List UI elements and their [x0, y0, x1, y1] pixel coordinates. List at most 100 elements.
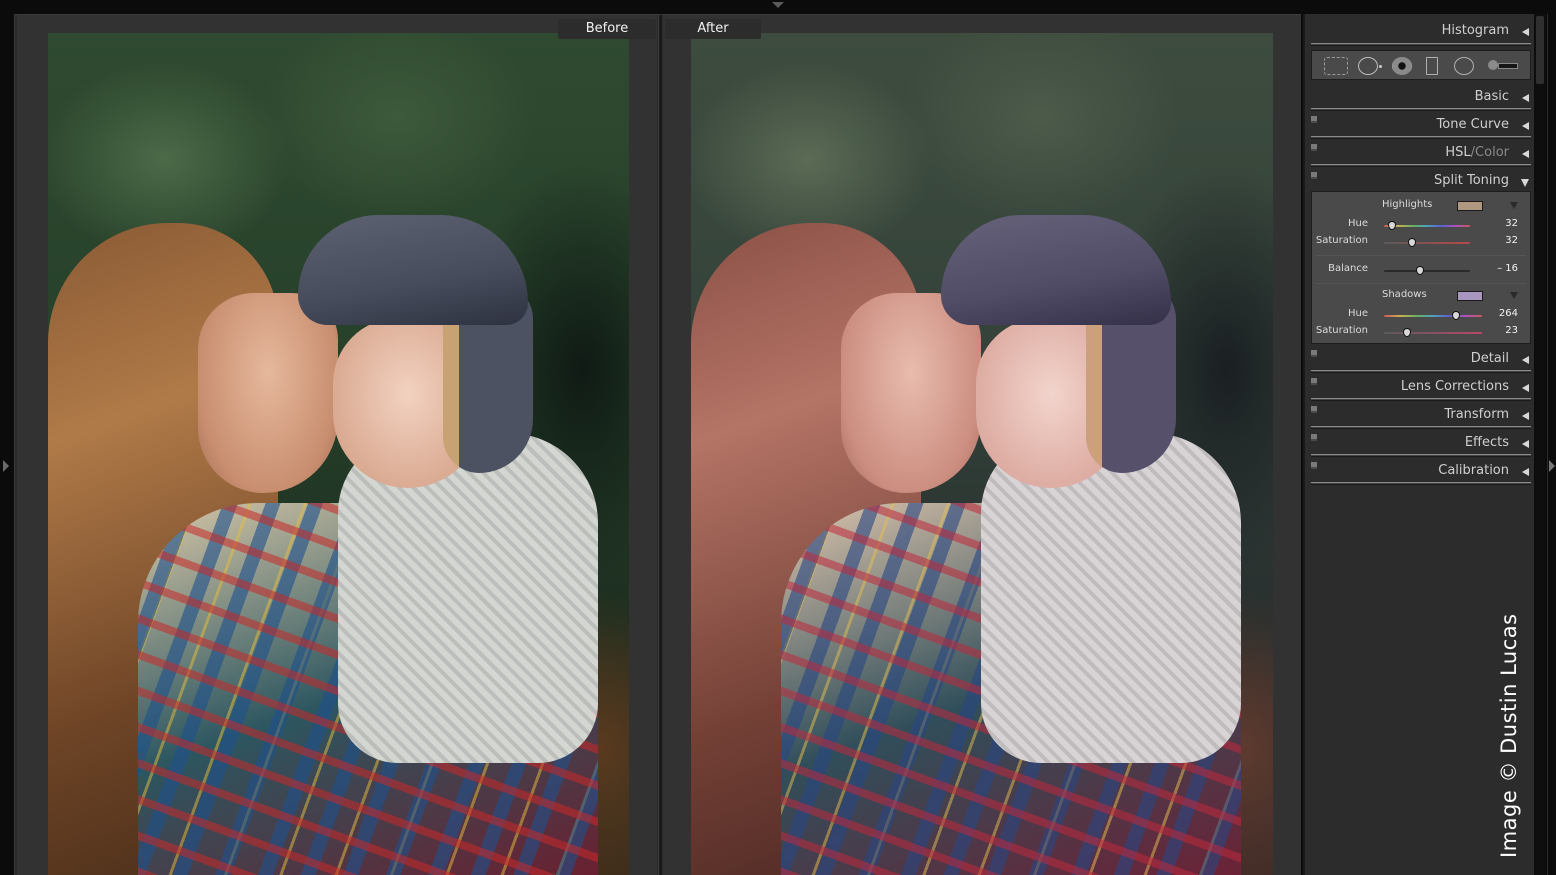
- slider-thumb[interactable]: [1387, 221, 1396, 230]
- balance-slider[interactable]: [1384, 266, 1470, 275]
- triangle-down-icon[interactable]: [1521, 179, 1529, 187]
- pane-divider: [658, 15, 662, 875]
- hsl-tab[interactable]: HSL: [1445, 145, 1470, 160]
- panel-scrollbar[interactable]: [1535, 14, 1545, 875]
- shadows-hue-value[interactable]: 264: [1484, 308, 1518, 319]
- shadows-color-swatch[interactable]: [1457, 291, 1483, 301]
- triangle-left-icon[interactable]: [1522, 412, 1529, 420]
- panel-switch-icon[interactable]: [1311, 144, 1317, 151]
- panel-switch-icon[interactable]: [1311, 434, 1317, 441]
- slider-thumb[interactable]: [1407, 238, 1416, 247]
- highlights-hue-value[interactable]: 32: [1484, 218, 1518, 229]
- triangle-left-icon[interactable]: [1522, 28, 1529, 36]
- section-title: Transform: [1444, 407, 1509, 422]
- panel-switch-icon[interactable]: [1311, 350, 1317, 357]
- section-basic[interactable]: Basic: [1311, 84, 1531, 110]
- shadows-hue-slider[interactable]: [1384, 311, 1482, 320]
- section-title: Lens Corrections: [1400, 379, 1509, 394]
- split-toning-controls: Highlights Hue 32 Saturation 32 Balance …: [1311, 191, 1531, 344]
- before-photo[interactable]: [48, 33, 629, 875]
- tool-strip: [1311, 50, 1531, 80]
- section-divider: [1311, 108, 1531, 111]
- brush-slider-icon[interactable]: [1488, 60, 1522, 70]
- balance-value[interactable]: – 16: [1484, 263, 1518, 274]
- panel-switch-icon[interactable]: [1311, 462, 1317, 469]
- red-eye-icon[interactable]: [1392, 57, 1412, 75]
- left-panel-toggle-icon[interactable]: [3, 460, 9, 472]
- section-title: Tone Curve: [1436, 117, 1509, 132]
- slider-thumb[interactable]: [1416, 266, 1425, 275]
- section-divider: [1311, 43, 1531, 46]
- color-tab[interactable]: Color: [1475, 145, 1509, 160]
- before-pane: Before: [17, 15, 657, 875]
- shadows-saturation-label: Saturation: [1315, 325, 1368, 336]
- triangle-left-icon[interactable]: [1522, 122, 1529, 130]
- rectangle-icon[interactable]: [1426, 57, 1438, 75]
- triangle-down-icon[interactable]: [1510, 202, 1518, 209]
- child-sweater: [981, 433, 1241, 763]
- panel-switch-icon[interactable]: [1311, 172, 1317, 179]
- section-effects[interactable]: Effects: [1311, 430, 1531, 456]
- highlights-color-swatch[interactable]: [1457, 201, 1483, 211]
- section-divider: [1311, 136, 1531, 139]
- section-title: Detail: [1470, 351, 1509, 366]
- top-panel-toggle-icon[interactable]: [772, 2, 784, 8]
- panel-switch-icon[interactable]: [1311, 378, 1317, 385]
- section-detail[interactable]: Detail: [1311, 346, 1531, 372]
- section-title: HSL/Color: [1445, 145, 1509, 160]
- triangle-left-icon[interactable]: [1522, 440, 1529, 448]
- section-calibration[interactable]: Calibration: [1311, 458, 1531, 484]
- section-divider: [1311, 398, 1531, 401]
- triangle-down-icon[interactable]: [1510, 292, 1518, 299]
- slider-thumb[interactable]: [1451, 311, 1460, 320]
- section-tone-curve[interactable]: Tone Curve: [1311, 112, 1531, 138]
- circle-icon[interactable]: [1454, 57, 1474, 75]
- shadows-hue-label: Hue: [1347, 308, 1368, 319]
- scrollbar-thumb[interactable]: [1536, 16, 1544, 84]
- section-divider: [1311, 482, 1531, 485]
- triangle-left-icon[interactable]: [1522, 94, 1529, 102]
- section-transform[interactable]: Transform: [1311, 402, 1531, 428]
- balance-label: Balance: [1328, 263, 1368, 274]
- section-divider: [1311, 426, 1531, 429]
- slider-thumb[interactable]: [1402, 328, 1411, 337]
- section-lens-corrections[interactable]: Lens Corrections: [1311, 374, 1531, 400]
- section-divider: [1311, 164, 1531, 167]
- triangle-left-icon[interactable]: [1522, 356, 1529, 364]
- highlights-hue-slider[interactable]: [1384, 221, 1470, 230]
- panel-switch-icon[interactable]: [1311, 406, 1317, 413]
- after-pane: After: [663, 15, 1301, 875]
- highlights-saturation-value[interactable]: 32: [1484, 235, 1518, 246]
- section-hsl-color[interactable]: HSL/Color: [1311, 140, 1531, 166]
- section-title: Calibration: [1438, 463, 1509, 478]
- highlights-saturation-slider[interactable]: [1384, 238, 1470, 247]
- before-after-compare-view: Before After: [14, 14, 1301, 875]
- shadows-label: Shadows: [1382, 289, 1427, 300]
- triangle-left-icon[interactable]: [1522, 150, 1529, 158]
- section-title: Effects: [1464, 435, 1509, 450]
- triangle-left-icon[interactable]: [1522, 384, 1529, 392]
- panel-switch-icon[interactable]: [1311, 116, 1317, 123]
- spot-circle-icon[interactable]: [1358, 57, 1382, 75]
- group-divider: [1316, 255, 1526, 256]
- shadows-saturation-value[interactable]: 23: [1484, 325, 1518, 336]
- crop-grid-icon[interactable]: [1324, 57, 1348, 75]
- after-photo[interactable]: [691, 33, 1273, 875]
- child-sweater: [338, 433, 598, 763]
- section-divider: [1311, 370, 1531, 373]
- after-label: After: [665, 19, 761, 39]
- section-histogram[interactable]: Histogram: [1311, 18, 1531, 44]
- section-divider: [1311, 454, 1531, 457]
- section-title: Histogram: [1441, 23, 1509, 38]
- highlights-hue-label: Hue: [1347, 218, 1368, 229]
- group-divider: [1316, 283, 1526, 284]
- panel-edge: [1547, 14, 1548, 875]
- highlights-label: Highlights: [1382, 199, 1433, 210]
- highlights-saturation-label: Saturation: [1315, 235, 1368, 246]
- right-panel-toggle-icon[interactable]: [1549, 460, 1555, 472]
- before-label: Before: [558, 19, 656, 39]
- lightroom-develop-window: Before After Histogram Basic Tone Curve …: [0, 0, 1556, 875]
- shadows-saturation-slider[interactable]: [1384, 328, 1482, 337]
- section-title: Basic: [1474, 89, 1509, 104]
- triangle-left-icon[interactable]: [1522, 468, 1529, 476]
